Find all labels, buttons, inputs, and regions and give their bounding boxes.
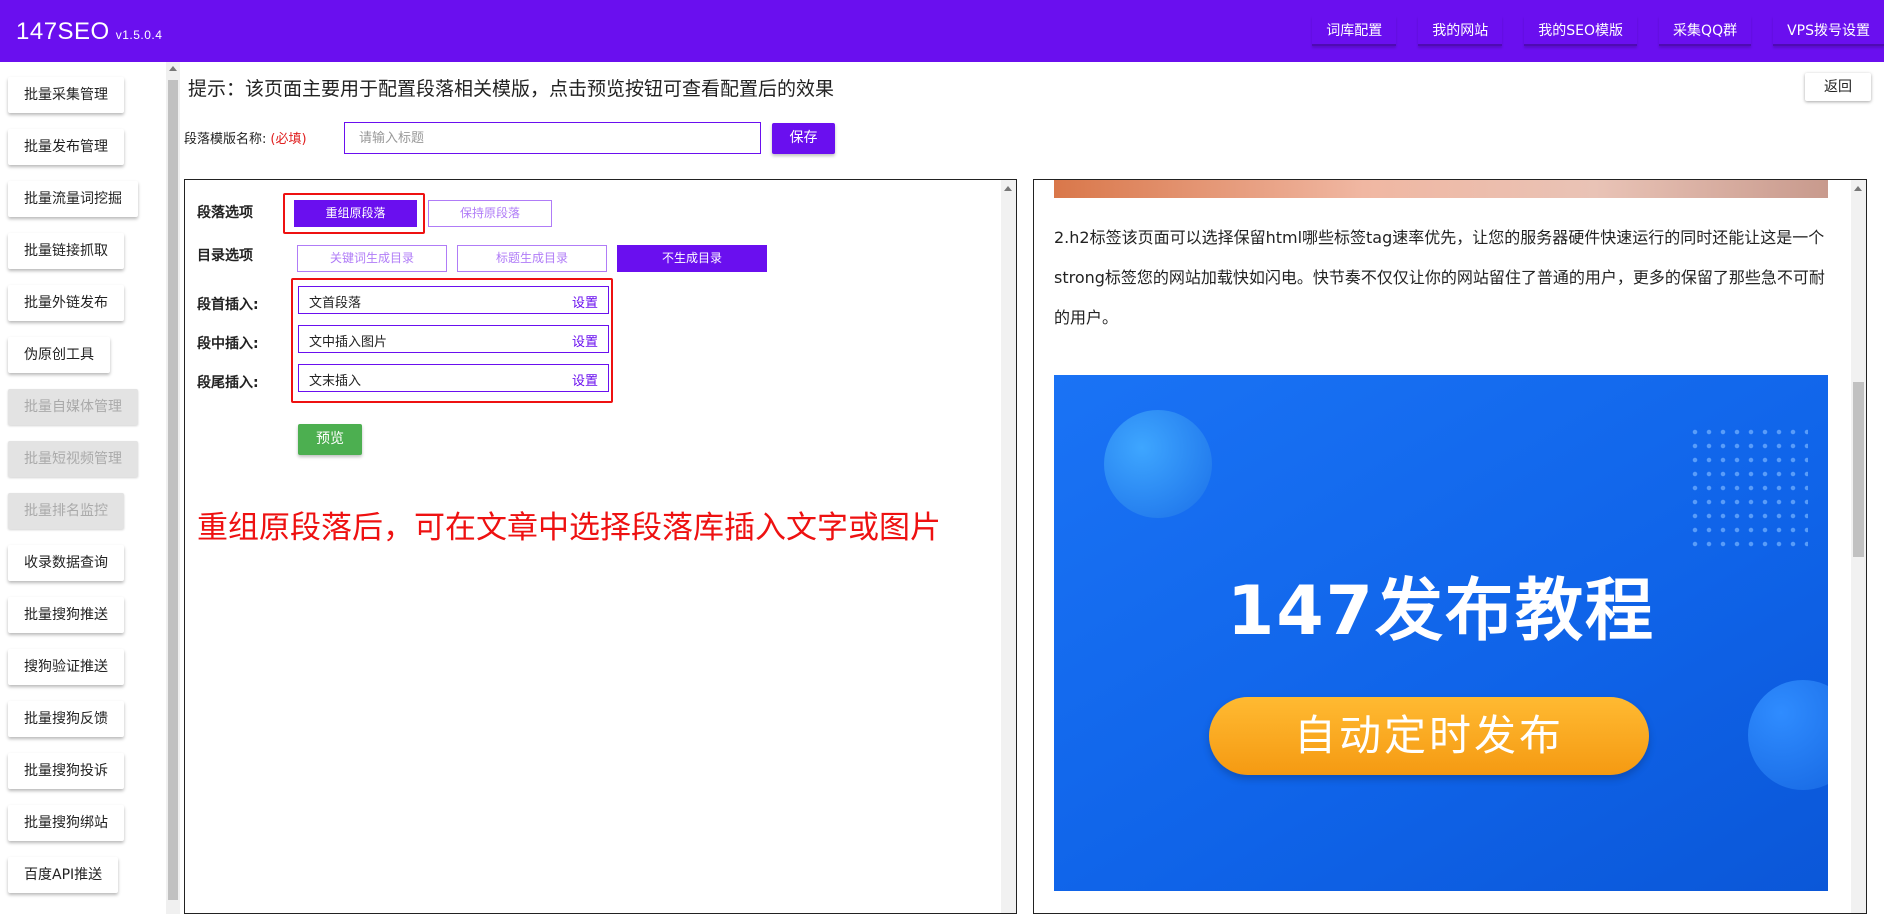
sidebar-item-batch-collect[interactable]: 批量采集管理 bbox=[8, 77, 124, 113]
sidebar-item-baidu-api-push[interactable]: 百度API推送 bbox=[8, 857, 119, 893]
template-name-input[interactable] bbox=[344, 122, 761, 154]
banner-title: 147发布教程 bbox=[1227, 572, 1655, 651]
save-button[interactable]: 保存 bbox=[772, 123, 835, 154]
sidebar-item-index-query[interactable]: 收录数据查询 bbox=[8, 545, 124, 581]
sidebar-item-video-manage: 批量短视频管理 bbox=[8, 441, 138, 477]
option-no-toc[interactable]: 不生成目录 bbox=[617, 245, 767, 272]
sidebar-scroll-thumb[interactable] bbox=[168, 80, 178, 900]
insert-first-label: 段首插入: bbox=[197, 297, 259, 313]
sidebar-item-sogou-verify-push[interactable]: 搜狗验证推送 bbox=[8, 649, 124, 685]
insert-middle-label: 段中插入: bbox=[197, 336, 259, 352]
option-keep-paragraph[interactable]: 保持原段落 bbox=[428, 200, 552, 227]
nav-vps-dial-settings[interactable]: VPS拨号设置 bbox=[1773, 16, 1884, 46]
required-marker: (必填) bbox=[270, 132, 307, 147]
banner-pill: 自动定时发布 bbox=[1209, 697, 1649, 775]
toc-option-label: 目录选项 bbox=[197, 248, 253, 264]
back-button[interactable]: 返回 bbox=[1805, 73, 1871, 101]
nav-lexicon-config[interactable]: 词库配置 bbox=[1312, 16, 1397, 46]
sidebar-item-rank-monitor: 批量排名监控 bbox=[8, 493, 124, 529]
sidebar-item-batch-publish[interactable]: 批量发布管理 bbox=[8, 129, 124, 165]
config-panel: 段落选项 重组原段落 保持原段落 目录选项 关键词生成目录 标题生成目录 不生成… bbox=[184, 179, 1017, 914]
sidebar-item-sogou-feedback[interactable]: 批量搜狗反馈 bbox=[8, 701, 124, 737]
sidebar-item-backlink-publish[interactable]: 批量外链发布 bbox=[8, 285, 124, 321]
brand-name: 147SEO bbox=[16, 18, 110, 45]
insert-last-value: 文末插入 bbox=[309, 374, 362, 389]
config-scrollbar[interactable] bbox=[1001, 180, 1016, 913]
sidebar: 批量采集管理 批量发布管理 批量流量词挖掘 批量链接抓取 批量外链发布 伪原创工… bbox=[0, 62, 166, 914]
scroll-up-arrow-icon[interactable] bbox=[1004, 186, 1012, 191]
preview-scroll-thumb[interactable] bbox=[1853, 382, 1864, 557]
preview-banner-image: 147发布教程 自动定时发布 bbox=[1054, 375, 1828, 891]
nav-my-sites[interactable]: 我的网站 bbox=[1418, 16, 1503, 46]
sidebar-item-sogou-push[interactable]: 批量搜狗推送 bbox=[8, 597, 124, 633]
sidebar-item-traffic-keywords[interactable]: 批量流量词挖掘 bbox=[8, 181, 138, 217]
sidebar-item-media-manage: 批量自媒体管理 bbox=[8, 389, 138, 425]
nav-collect-qq-groups[interactable]: 采集QQ群 bbox=[1659, 16, 1752, 46]
nav-my-seo-templates[interactable]: 我的SEO模版 bbox=[1524, 16, 1638, 46]
insert-first-set-link[interactable]: 设置 bbox=[572, 292, 598, 311]
preview-panel: 2.h2标签该页面可以选择保留html哪些标签tag速率优先，让您的服务器硬件快… bbox=[1033, 179, 1867, 914]
insert-middle-set-link[interactable]: 设置 bbox=[572, 331, 598, 350]
preview-paragraph: 2.h2标签该页面可以选择保留html哪些标签tag速率优先，让您的服务器硬件快… bbox=[1054, 228, 1825, 327]
scroll-up-arrow-icon[interactable] bbox=[1854, 186, 1862, 191]
sidebar-item-pseudo-original[interactable]: 伪原创工具 bbox=[8, 337, 110, 373]
sidebar-item-link-crawl[interactable]: 批量链接抓取 bbox=[8, 233, 124, 269]
scroll-up-arrow-icon[interactable] bbox=[169, 66, 177, 71]
sidebar-item-sogou-bind[interactable]: 批量搜狗绑站 bbox=[8, 805, 124, 841]
page-tip: 提示：该页面主要用于配置段落相关模版，点击预览按钮可查看配置后的效果 bbox=[188, 78, 835, 100]
option-toc-by-title[interactable]: 标题生成目录 bbox=[457, 245, 607, 272]
paragraph-option-label: 段落选项 bbox=[197, 205, 253, 221]
insert-middle-field[interactable]: 文中插入图片 设置 bbox=[298, 325, 609, 353]
insert-first-value: 文首段落 bbox=[309, 296, 362, 311]
insert-last-set-link[interactable]: 设置 bbox=[572, 370, 598, 389]
preview-image-top bbox=[1054, 180, 1828, 198]
insert-first-field[interactable]: 文首段落 设置 bbox=[298, 286, 609, 314]
option-toc-by-keyword[interactable]: 关键词生成目录 bbox=[297, 245, 447, 272]
top-nav: 词库配置 我的网站 我的SEO模版 采集QQ群 VPS拨号设置 bbox=[1290, 16, 1884, 46]
sidebar-item-sogou-complaint[interactable]: 批量搜狗投诉 bbox=[8, 753, 124, 789]
red-annotation: 重组原段落后，可在文章中选择段落库插入文字或图片 bbox=[197, 510, 941, 546]
option-reorganize-paragraph[interactable]: 重组原段落 bbox=[294, 200, 417, 227]
insert-last-field[interactable]: 文末插入 设置 bbox=[298, 364, 609, 392]
banner-circle-decor bbox=[1104, 410, 1212, 518]
insert-last-label: 段尾插入: bbox=[197, 375, 259, 391]
template-name-text: 段落模版名称: bbox=[184, 132, 267, 147]
banner-circle-decor bbox=[1748, 680, 1828, 790]
preview-button[interactable]: 预览 bbox=[298, 424, 362, 455]
app-version: v1.5.0.4 bbox=[115, 28, 163, 42]
top-bar: 147SEO v1.5.0.4 词库配置 我的网站 我的SEO模版 采集QQ群 V… bbox=[0, 0, 1884, 62]
template-name-label: 段落模版名称: (必填) bbox=[184, 128, 307, 147]
banner-dots-decor bbox=[1688, 425, 1808, 555]
app-brand: 147SEO v1.5.0.4 bbox=[16, 18, 162, 46]
insert-middle-value: 文中插入图片 bbox=[309, 335, 388, 350]
preview-scrollbar[interactable] bbox=[1851, 180, 1866, 913]
sidebar-scrollbar[interactable] bbox=[166, 62, 180, 914]
